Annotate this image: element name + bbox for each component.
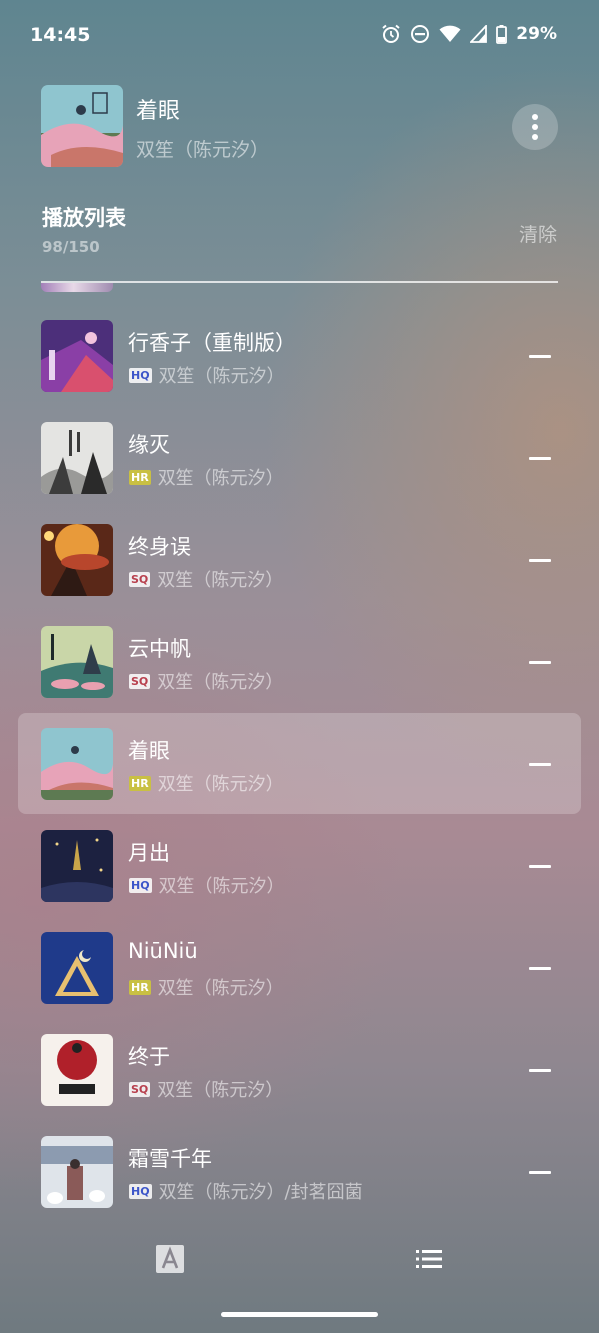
song-cover: [41, 626, 113, 698]
song-cover: [41, 830, 113, 902]
song-row[interactable]: 终于 SQ 双笙（陈元汐）: [18, 1019, 581, 1120]
quality-badge: HR: [129, 979, 151, 995]
song-row[interactable]: 缘灭 HR 双笙（陈元汐）: [18, 407, 581, 508]
status-time: 14:45: [30, 24, 91, 46]
minus-icon: [529, 1069, 551, 1072]
song-meta: SQ 双笙（陈元汐）: [129, 668, 283, 694]
song-meta: HQ 双笙（陈元汐）/封茗囧菌: [129, 1178, 363, 1204]
minus-icon: [529, 559, 551, 562]
song-cover: [41, 422, 113, 494]
minus-icon: [529, 661, 551, 664]
song-meta: SQ 双笙（陈元汐）: [129, 566, 283, 592]
playlist-divider: [41, 281, 558, 283]
bottom-bar: [0, 1230, 599, 1290]
song-artist: 双笙（陈元汐）/封茗囧菌: [158, 1182, 363, 1203]
remove-song-button[interactable]: [529, 654, 551, 670]
song-artist: 双笙（陈元汐）: [157, 1080, 284, 1101]
song-cover: [41, 1136, 113, 1208]
song-title: 月出: [128, 841, 170, 865]
quality-badge: HQ: [129, 367, 152, 383]
more-options-button[interactable]: [512, 104, 558, 150]
playlist-title: 播放列表: [42, 206, 126, 230]
song-cover: [41, 524, 113, 596]
scrolled-cover-peek: [41, 283, 113, 292]
song-row[interactable]: NiūNiū HR 双笙（陈元汐）: [18, 917, 581, 1018]
status-icons: 29%: [381, 24, 557, 44]
remove-song-button[interactable]: [529, 1164, 551, 1180]
song-title: 霜雪千年: [128, 1147, 212, 1171]
remove-song-button[interactable]: [529, 552, 551, 568]
minus-icon: [529, 865, 551, 868]
minus-icon: [529, 1171, 551, 1174]
quality-badge: SQ: [129, 1081, 151, 1097]
song-row[interactable]: 月出 HQ 双笙（陈元汐）: [18, 815, 581, 916]
song-title: 终于: [128, 1045, 170, 1069]
alarm-icon: [382, 24, 400, 43]
status-bar: 14:45 29%: [0, 0, 599, 70]
now-playing-title: 着眼: [136, 99, 181, 124]
quality-badge: HR: [129, 775, 151, 791]
song-meta: HQ 双笙（陈元汐）: [129, 872, 285, 898]
remove-song-button[interactable]: [529, 960, 551, 976]
quality-badge: HQ: [129, 1183, 152, 1199]
song-title: 云中帆: [128, 637, 191, 661]
song-row[interactable]: 云中帆 SQ 双笙（陈元汐）: [18, 611, 581, 712]
quality-badge: HQ: [129, 877, 152, 893]
song-artist: 双笙（陈元汐）: [158, 876, 285, 897]
lyrics-button[interactable]: [155, 1244, 185, 1274]
playlist-icon: [416, 1250, 442, 1268]
now-playing-artist: 双笙（陈元汐）: [136, 139, 270, 161]
song-cover: [41, 320, 113, 392]
more-vertical-icon: [532, 114, 538, 120]
song-title: 缘灭: [128, 433, 170, 457]
song-cover: [41, 932, 113, 1004]
song-cover: [41, 1034, 113, 1106]
song-title: 行香子（重制版）: [128, 331, 296, 355]
song-cover: [41, 728, 113, 800]
home-indicator[interactable]: [221, 1312, 378, 1317]
wifi-icon: [439, 25, 461, 42]
battery-icon: [496, 24, 508, 44]
remove-song-button[interactable]: [529, 450, 551, 466]
minus-icon: [529, 763, 551, 766]
quality-badge: SQ: [129, 673, 151, 689]
minus-icon: [529, 355, 551, 358]
song-row[interactable]: 霜雪千年 HQ 双笙（陈元汐）/封茗囧菌: [18, 1121, 581, 1222]
song-row[interactable]: 终身误 SQ 双笙（陈元汐）: [18, 509, 581, 610]
now-playing-header: 着眼 双笙（陈元汐）: [41, 85, 559, 167]
playlist-count: 98/150: [42, 238, 100, 256]
song-artist: 双笙（陈元汐）: [157, 468, 284, 489]
remove-song-button[interactable]: [529, 1062, 551, 1078]
do-not-disturb-icon: [411, 25, 430, 43]
battery-percent: 29%: [516, 24, 557, 44]
song-meta: SQ 双笙（陈元汐）: [129, 1076, 283, 1102]
signal-icon: [470, 25, 488, 43]
song-row-current[interactable]: 着眼 HR 双笙（陈元汐）: [18, 713, 581, 814]
minus-icon: [529, 457, 551, 460]
song-meta: HR 双笙（陈元汐）: [129, 974, 284, 1000]
clear-playlist-button[interactable]: 清除: [519, 220, 557, 247]
song-title: NiūNiū: [128, 939, 198, 963]
song-title: 终身误: [128, 535, 191, 559]
song-row[interactable]: 行香子（重制版） HQ 双笙（陈元汐）: [18, 305, 581, 406]
song-artist: 双笙（陈元汐）: [157, 774, 284, 795]
song-artist: 双笙（陈元汐）: [158, 366, 285, 387]
lyrics-icon: [156, 1245, 184, 1273]
song-meta: HR 双笙（陈元汐）: [129, 464, 284, 490]
remove-song-button[interactable]: [529, 858, 551, 874]
quality-badge: HR: [129, 469, 151, 485]
song-artist: 双笙（陈元汐）: [157, 978, 284, 999]
song-artist: 双笙（陈元汐）: [157, 672, 284, 693]
song-artist: 双笙（陈元汐）: [157, 570, 284, 591]
remove-song-button[interactable]: [529, 348, 551, 364]
song-meta: HQ 双笙（陈元汐）: [129, 362, 285, 388]
minus-icon: [529, 967, 551, 970]
song-meta: HR 双笙（陈元汐）: [129, 770, 284, 796]
quality-badge: SQ: [129, 571, 151, 587]
remove-song-button[interactable]: [529, 756, 551, 772]
playlist-button[interactable]: [414, 1244, 444, 1274]
now-playing-cover[interactable]: [41, 85, 123, 167]
song-title: 着眼: [128, 739, 170, 763]
